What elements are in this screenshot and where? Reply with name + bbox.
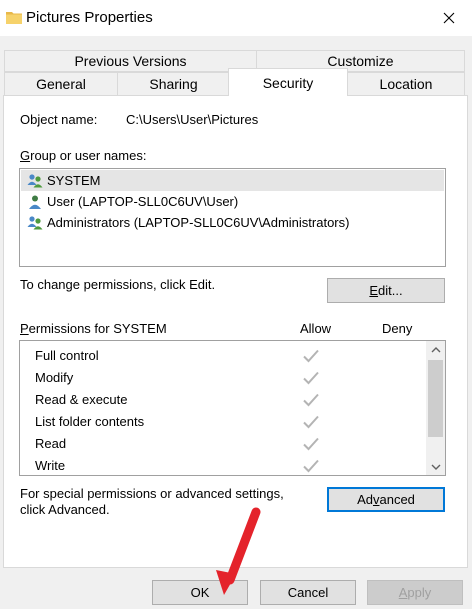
scroll-thumb[interactable]	[428, 360, 443, 437]
list-item-label: User (LAPTOP-SLL0C6UV\User)	[47, 194, 239, 209]
permission-row: List folder contents	[20, 411, 425, 433]
close-icon	[443, 12, 455, 24]
chevron-up-icon	[431, 346, 440, 352]
edit-label-rest: dit...	[378, 283, 403, 298]
chevron-down-icon	[431, 464, 440, 470]
list-item-administrators[interactable]: Administrators (LAPTOP-SLL0C6UV\Administ…	[21, 212, 444, 233]
group-names-label: Group or user names:	[20, 148, 146, 163]
tab-label: Customize	[327, 53, 394, 69]
close-button[interactable]	[426, 0, 472, 36]
check-icon	[303, 349, 319, 363]
tab-sharing[interactable]: Sharing	[117, 72, 230, 96]
permission-row: Write	[20, 455, 425, 475]
tab-label: Previous Versions	[74, 53, 187, 69]
object-name-label: Object name:	[20, 112, 98, 127]
tab-label: Security	[262, 74, 314, 91]
permission-row: Full control	[20, 345, 425, 367]
tab-general[interactable]: General	[4, 72, 118, 96]
scroll-up-button[interactable]	[426, 341, 445, 358]
window-title: Pictures Properties	[26, 9, 153, 26]
permissions-for-label: Permissions for SYSTEM	[20, 321, 167, 336]
group-user-list[interactable]: SYSTEM User (LAPTOP-SLL0C6UV\User) Admin…	[19, 168, 446, 267]
permissions-list[interactable]: Full control Modify Read & execute List …	[19, 340, 446, 476]
check-icon	[303, 437, 319, 451]
group-users-icon	[27, 173, 43, 187]
scroll-down-button[interactable]	[426, 458, 445, 475]
allow-column-header: Allow	[300, 321, 332, 336]
special-permissions-text-1: For special permissions or advanced sett…	[20, 486, 284, 501]
advanced-label-post: anced	[379, 492, 415, 507]
check-icon	[303, 459, 319, 473]
permission-name: Write	[35, 458, 66, 473]
permissions-accel: P	[20, 321, 29, 336]
tab-security[interactable]: Security	[228, 68, 348, 96]
permissions-scrollbar[interactable]	[426, 341, 445, 475]
red-arrow-annotation	[216, 507, 261, 595]
folder-icon	[6, 12, 22, 24]
permission-name: Read	[35, 436, 67, 451]
tab-location[interactable]: Location	[347, 72, 465, 96]
list-item-label: Administrators (LAPTOP-SLL0C6UV\Administ…	[47, 215, 350, 230]
advanced-button[interactable]: Ad v anced	[327, 487, 445, 512]
deny-column-header: Deny	[382, 321, 413, 336]
edit-button[interactable]: Edit...	[327, 278, 445, 303]
tab-previous-versions[interactable]: Previous Versions	[4, 50, 257, 72]
apply-label-rest: pply	[407, 585, 432, 600]
permission-name: Modify	[35, 370, 74, 385]
list-item-label: SYSTEM	[47, 173, 101, 188]
title-bar: Pictures Properties	[0, 0, 472, 36]
object-name-value: C:\Users\User\Pictures	[126, 112, 259, 127]
tab-label: Location	[379, 76, 433, 92]
permission-name: List folder contents	[35, 414, 145, 429]
permission-name: Read & execute	[35, 392, 128, 407]
permission-row: Modify	[20, 367, 425, 389]
user-icon	[29, 195, 41, 209]
check-icon	[303, 371, 319, 385]
change-permissions-text: To change permissions, click Edit.	[20, 277, 216, 292]
permission-row: Read & execute	[20, 389, 425, 411]
check-icon	[303, 415, 319, 429]
list-item-system[interactable]: SYSTEM	[21, 170, 444, 191]
advanced-label-pre: Ad	[357, 492, 373, 507]
tab-label: General	[36, 76, 86, 92]
apply-button[interactable]: Apply	[367, 580, 463, 605]
group-names-label-rest: roup or user names:	[30, 148, 147, 163]
group-users-icon	[27, 215, 43, 229]
apply-accel: A	[398, 585, 408, 600]
check-icon	[303, 393, 319, 407]
cancel-label: Cancel	[287, 585, 329, 600]
permissions-label-rest: ermissions for SYSTEM	[28, 321, 167, 336]
edit-accel: E	[369, 283, 379, 298]
permission-row: Read	[20, 433, 425, 455]
list-item-user[interactable]: User (LAPTOP-SLL0C6UV\User)	[21, 191, 444, 212]
permission-name: Full control	[35, 348, 99, 363]
group-names-accel: G	[20, 148, 31, 163]
tab-label: Sharing	[149, 76, 198, 92]
special-permissions-text-2: click Advanced.	[20, 502, 110, 517]
